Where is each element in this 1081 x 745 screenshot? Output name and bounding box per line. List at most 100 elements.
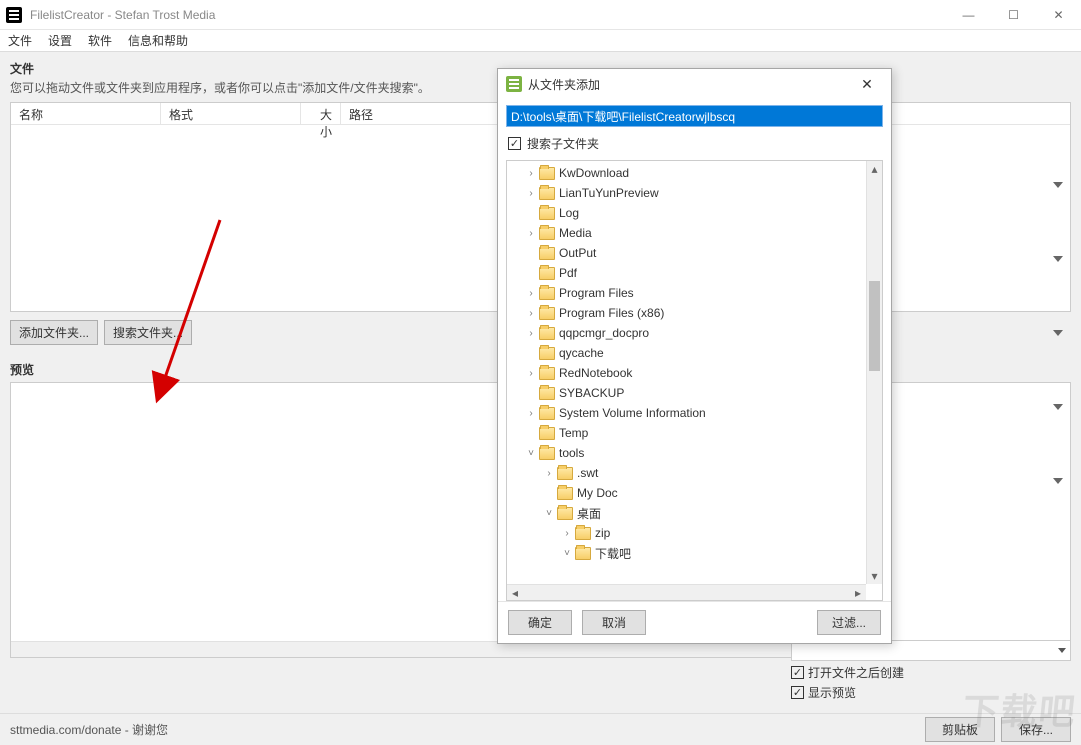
collapse-icon[interactable]: ˅ bbox=[525, 448, 537, 459]
tree-node[interactable]: qycache bbox=[507, 343, 866, 363]
folder-icon bbox=[539, 247, 555, 260]
section-chevron-icon[interactable] bbox=[1053, 182, 1063, 188]
minimize-button[interactable]: — bbox=[946, 0, 991, 29]
menu-help[interactable]: 信息和帮助 bbox=[128, 32, 188, 49]
menu-file[interactable]: 文件 bbox=[8, 32, 32, 49]
scroll-thumb[interactable] bbox=[869, 281, 880, 371]
expand-icon[interactable]: › bbox=[525, 288, 537, 299]
tree-node[interactable]: ›KwDownload bbox=[507, 163, 866, 183]
scroll-down-icon[interactable]: ▾ bbox=[867, 568, 882, 584]
expand-icon[interactable]: › bbox=[525, 328, 537, 339]
tree-node[interactable]: My Doc bbox=[507, 483, 866, 503]
tree-node[interactable]: › Program Files bbox=[507, 283, 866, 303]
tree-node[interactable]: Temp bbox=[507, 423, 866, 443]
tree-node-label: zip bbox=[595, 526, 610, 540]
tree-node[interactable]: OutPut bbox=[507, 243, 866, 263]
folder-icon bbox=[557, 467, 573, 480]
expand-icon[interactable]: › bbox=[525, 368, 537, 379]
tree-node[interactable]: ›.swt bbox=[507, 463, 866, 483]
tree-node[interactable]: ›RedNotebook bbox=[507, 363, 866, 383]
col-format[interactable]: 格式 bbox=[161, 103, 301, 124]
dialog-title: 从文件夹添加 bbox=[528, 76, 851, 93]
tree-node-label: qqpcmgr_docpro bbox=[559, 326, 649, 340]
tree-node-label: System Volume Information bbox=[559, 406, 706, 420]
expand-icon[interactable]: › bbox=[525, 228, 537, 239]
expand-icon[interactable]: › bbox=[525, 408, 537, 419]
statusbar: sttmedia.com/donate - 谢谢您 剪贴板 保存... bbox=[0, 713, 1081, 745]
status-text: sttmedia.com/donate - 谢谢您 bbox=[10, 721, 168, 738]
search-folder-button[interactable]: 搜索文件夹... bbox=[104, 320, 192, 345]
menubar: 文件 设置 软件 信息和帮助 bbox=[0, 30, 1081, 52]
tree-node[interactable]: ˅ tools bbox=[507, 443, 866, 463]
expand-icon[interactable]: › bbox=[525, 168, 537, 179]
tree-node[interactable]: › qqpcmgr_docpro bbox=[507, 323, 866, 343]
tree-node[interactable]: › Media bbox=[507, 223, 866, 243]
dialog-close-button[interactable]: ✕ bbox=[851, 76, 883, 93]
folder-icon bbox=[539, 407, 555, 420]
expand-icon[interactable]: › bbox=[561, 528, 573, 539]
add-folder-button[interactable]: 添加文件夹... bbox=[10, 320, 98, 345]
tree-node[interactable]: ˅下载吧 bbox=[507, 543, 866, 563]
search-subfolders-checkbox[interactable] bbox=[508, 137, 521, 150]
tree-node[interactable]: Log bbox=[507, 203, 866, 223]
folder-icon bbox=[539, 367, 555, 380]
folder-tree[interactable]: ›KwDownload›LianTuYunPreviewLog › Media Out… bbox=[507, 161, 866, 584]
ok-button[interactable]: 确定 bbox=[508, 610, 572, 635]
tree-scrollbar-vertical[interactable]: ▴ ▾ bbox=[866, 161, 882, 584]
folder-icon bbox=[539, 267, 555, 280]
cancel-button[interactable]: 取消 bbox=[582, 610, 646, 635]
folder-icon bbox=[557, 507, 573, 520]
close-button[interactable]: ✕ bbox=[1036, 0, 1081, 29]
clipboard-button[interactable]: 剪贴板 bbox=[925, 717, 995, 742]
save-button[interactable]: 保存... bbox=[1001, 717, 1071, 742]
section-chevron-icon[interactable] bbox=[1053, 478, 1063, 484]
tree-node-label: Pdf bbox=[559, 266, 577, 280]
folder-icon bbox=[539, 287, 555, 300]
chevron-down-icon bbox=[1058, 648, 1066, 653]
tree-node[interactable]: › System Volume Information bbox=[507, 403, 866, 423]
window-title: FilelistCreator - Stefan Trost Media bbox=[30, 8, 946, 22]
expand-icon[interactable]: › bbox=[543, 468, 555, 479]
tree-node-label: Media bbox=[559, 226, 592, 240]
expand-icon[interactable]: › bbox=[525, 308, 537, 319]
tree-scrollbar-horizontal[interactable]: ◂ ▸ bbox=[507, 584, 866, 600]
scroll-left-icon[interactable]: ◂ bbox=[507, 585, 523, 600]
tree-node[interactable]: › Program Files (x86) bbox=[507, 303, 866, 323]
folder-icon bbox=[539, 447, 555, 460]
tree-node-label: SYBACKUP bbox=[559, 386, 624, 400]
filter-button[interactable]: 过滤... bbox=[817, 610, 881, 635]
maximize-button[interactable]: ☐ bbox=[991, 0, 1036, 29]
section-chevron-icon[interactable] bbox=[1053, 330, 1063, 336]
folder-icon bbox=[539, 387, 555, 400]
col-size[interactable]: 大小 bbox=[301, 103, 341, 124]
titlebar: FilelistCreator - Stefan Trost Media — ☐… bbox=[0, 0, 1081, 30]
tree-node-label: tools bbox=[559, 446, 584, 460]
section-chevron-icon[interactable] bbox=[1053, 404, 1063, 410]
expand-icon[interactable]: › bbox=[525, 188, 537, 199]
folder-icon bbox=[539, 347, 555, 360]
col-name[interactable]: 名称 bbox=[11, 103, 161, 124]
tree-node-label: My Doc bbox=[577, 486, 618, 500]
scroll-up-icon[interactable]: ▴ bbox=[867, 161, 882, 177]
folder-icon bbox=[557, 487, 573, 500]
folder-icon bbox=[539, 327, 555, 340]
tree-node-label: Program Files (x86) bbox=[559, 306, 664, 320]
open-after-checkbox[interactable] bbox=[791, 666, 804, 679]
tree-node-label: Temp bbox=[559, 426, 588, 440]
tree-node-label: Program Files bbox=[559, 286, 634, 300]
tree-node[interactable]: SYBACKUP bbox=[507, 383, 866, 403]
section-chevron-icon[interactable] bbox=[1053, 256, 1063, 262]
tree-node[interactable]: ˅桌面 bbox=[507, 503, 866, 523]
show-preview-checkbox[interactable] bbox=[791, 686, 804, 699]
folder-icon bbox=[539, 187, 555, 200]
tree-node[interactable]: ›LianTuYunPreview bbox=[507, 183, 866, 203]
path-input[interactable]: D:\tools\桌面\下载吧\FilelistCreatorwjlbscq bbox=[506, 105, 883, 127]
open-after-label: 打开文件之后创建 bbox=[808, 664, 904, 681]
menu-settings[interactable]: 设置 bbox=[48, 32, 72, 49]
collapse-icon[interactable]: ˅ bbox=[543, 508, 555, 519]
tree-node[interactable]: Pdf bbox=[507, 263, 866, 283]
scroll-right-icon[interactable]: ▸ bbox=[850, 585, 866, 600]
menu-software[interactable]: 软件 bbox=[88, 32, 112, 49]
collapse-icon[interactable]: ˅ bbox=[561, 548, 573, 559]
tree-node[interactable]: › zip bbox=[507, 523, 866, 543]
